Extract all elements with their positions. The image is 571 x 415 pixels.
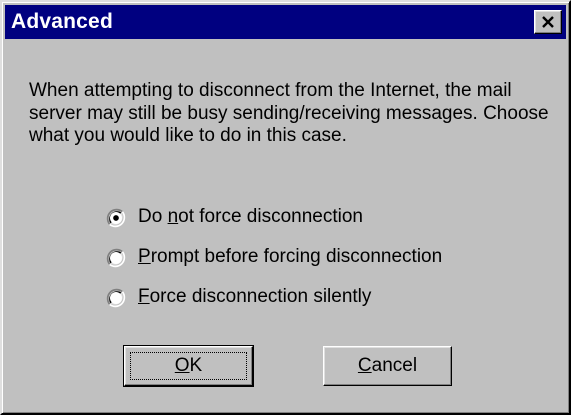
advanced-dialog: Advanced When attempting to disconnect f… bbox=[0, 0, 571, 415]
option-prompt-label: Prompt before forcing disconnection bbox=[138, 246, 443, 267]
close-button[interactable] bbox=[534, 10, 562, 34]
ok-button-label: OK bbox=[130, 352, 247, 380]
option-do-not-force-label: Do not force disconnection bbox=[138, 206, 363, 227]
radio-selected-icon[interactable] bbox=[106, 208, 126, 228]
cancel-button[interactable]: Cancel bbox=[323, 346, 452, 386]
option-do-not-force[interactable]: Do not force disconnection bbox=[106, 204, 526, 244]
option-force-silently-label: Force disconnection silently bbox=[138, 286, 372, 307]
close-icon bbox=[542, 16, 554, 28]
option-prompt-before-forcing[interactable]: Prompt before forcing disconnection bbox=[106, 244, 526, 284]
ok-button[interactable]: OK bbox=[123, 345, 254, 387]
disconnect-options: Do not force disconnection Prompt before… bbox=[106, 204, 526, 324]
radio-unselected-icon[interactable] bbox=[106, 248, 126, 268]
title-bar[interactable]: Advanced bbox=[5, 5, 566, 39]
option-force-silently[interactable]: Force disconnection silently bbox=[106, 284, 526, 324]
radio-unselected-icon[interactable] bbox=[106, 288, 126, 308]
cancel-button-label: Cancel bbox=[357, 355, 418, 376]
disconnect-message: When attempting to disconnect from the I… bbox=[29, 80, 549, 146]
dialog-title: Advanced bbox=[11, 10, 113, 33]
